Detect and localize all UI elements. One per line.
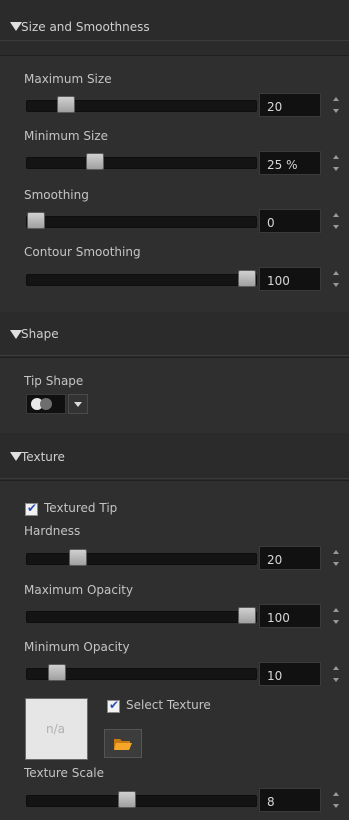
spin-down-icon[interactable] — [333, 678, 339, 682]
contour-smoothing-slider[interactable] — [26, 270, 257, 287]
maximum-size-label: Maximum Size — [24, 72, 112, 86]
maximum-opacity-field[interactable]: 100 — [259, 604, 321, 628]
spin-down-icon[interactable] — [333, 225, 339, 229]
spin-up-icon[interactable] — [333, 550, 339, 554]
tip-shape-dropdown[interactable] — [26, 394, 88, 414]
section-header-texture[interactable]: Texture — [0, 433, 349, 479]
smoothing-slider[interactable] — [26, 212, 257, 229]
folder-icon — [114, 739, 132, 750]
spin-up-icon[interactable] — [333, 213, 339, 217]
texture-scale-label: Texture Scale — [24, 766, 105, 780]
contour-smoothing-field[interactable]: 100 — [259, 267, 321, 291]
select-texture-label: Select Texture — [126, 698, 211, 712]
browse-texture-button[interactable] — [104, 729, 142, 758]
filled-circle-icon — [40, 398, 52, 410]
slider-thumb[interactable] — [48, 664, 66, 681]
spin-up-icon[interactable] — [333, 792, 339, 796]
minimum-size-slider[interactable] — [26, 153, 257, 170]
textured-tip-checkbox[interactable]: ✔ — [25, 501, 38, 516]
minimum-opacity-spinner[interactable] — [333, 662, 341, 686]
textured-tip-label: Textured Tip — [44, 501, 118, 515]
contour-smoothing-label: Contour Smoothing — [24, 245, 141, 259]
texture-panel: ✔ Textured Tip Hardness 20 Maximum Opaci… — [0, 480, 349, 820]
spin-up-icon[interactable] — [333, 608, 339, 612]
section-title: Shape — [21, 327, 59, 341]
maximum-opacity-label: Maximum Opacity — [24, 583, 134, 597]
maximum-opacity-spinner[interactable] — [333, 604, 341, 628]
slider-thumb[interactable] — [69, 549, 87, 566]
spin-up-icon[interactable] — [333, 97, 339, 101]
spin-down-icon[interactable] — [333, 283, 339, 287]
chevron-down-icon — [74, 402, 82, 407]
slider-thumb[interactable] — [57, 96, 75, 113]
slider-thumb[interactable] — [27, 212, 45, 229]
texture-preview: n/a — [25, 698, 88, 760]
spin-up-icon[interactable] — [333, 271, 339, 275]
spin-up-icon[interactable] — [333, 666, 339, 670]
maximum-size-spinner[interactable] — [333, 93, 341, 117]
texture-preview-text: n/a — [46, 722, 66, 736]
tip-shape-label: Tip Shape — [24, 374, 84, 388]
minimum-size-field[interactable]: 25 % — [259, 151, 321, 175]
maximum-size-slider[interactable] — [26, 96, 257, 113]
hardness-field[interactable]: 20 — [259, 546, 321, 570]
smoothing-field[interactable]: 0 — [259, 209, 321, 233]
slider-thumb[interactable] — [238, 270, 256, 287]
spin-down-icon[interactable] — [333, 620, 339, 624]
texture-scale-field[interactable]: 8 — [259, 788, 321, 812]
hardness-slider[interactable] — [26, 549, 257, 566]
tip-shape-preview[interactable] — [26, 394, 66, 414]
shape-panel: Tip Shape — [0, 357, 349, 433]
hardness-spinner[interactable] — [333, 546, 341, 570]
section-header-shape[interactable]: Shape — [0, 313, 349, 356]
section-title: Size and Smoothness — [21, 20, 150, 34]
spin-up-icon[interactable] — [333, 155, 339, 159]
dropdown-button[interactable] — [68, 394, 88, 414]
texture-scale-slider[interactable] — [26, 791, 257, 808]
maximum-size-field[interactable]: 20 — [259, 93, 321, 117]
hardness-label: Hardness — [24, 524, 81, 538]
spin-down-icon[interactable] — [333, 167, 339, 171]
smoothing-spinner[interactable] — [333, 209, 341, 233]
slider-thumb[interactable] — [86, 153, 104, 170]
checkmark-icon: ✔ — [109, 698, 120, 712]
size-smoothness-panel: Maximum Size 20 Minimum Size 25 % Smooth… — [0, 55, 349, 312]
contour-smoothing-spinner[interactable] — [333, 267, 341, 291]
section-title: Texture — [21, 450, 65, 464]
minimum-opacity-label: Minimum Opacity — [24, 640, 130, 654]
smoothing-label: Smoothing — [24, 188, 89, 202]
texture-scale-spinner[interactable] — [333, 788, 341, 812]
spin-down-icon[interactable] — [333, 804, 339, 808]
slider-thumb[interactable] — [238, 607, 256, 624]
minimum-size-spinner[interactable] — [333, 151, 341, 175]
slider-thumb[interactable] — [118, 791, 136, 808]
minimum-size-label: Minimum Size — [24, 129, 109, 143]
spin-down-icon[interactable] — [333, 562, 339, 566]
minimum-opacity-slider[interactable] — [26, 664, 257, 681]
select-texture-checkbox[interactable]: ✔ — [107, 698, 120, 713]
minimum-opacity-field[interactable]: 10 — [259, 662, 321, 686]
section-header-size-smoothness[interactable]: Size and Smoothness — [0, 0, 349, 41]
checkmark-icon: ✔ — [27, 501, 38, 515]
maximum-opacity-slider[interactable] — [26, 607, 257, 624]
spin-down-icon[interactable] — [333, 109, 339, 113]
